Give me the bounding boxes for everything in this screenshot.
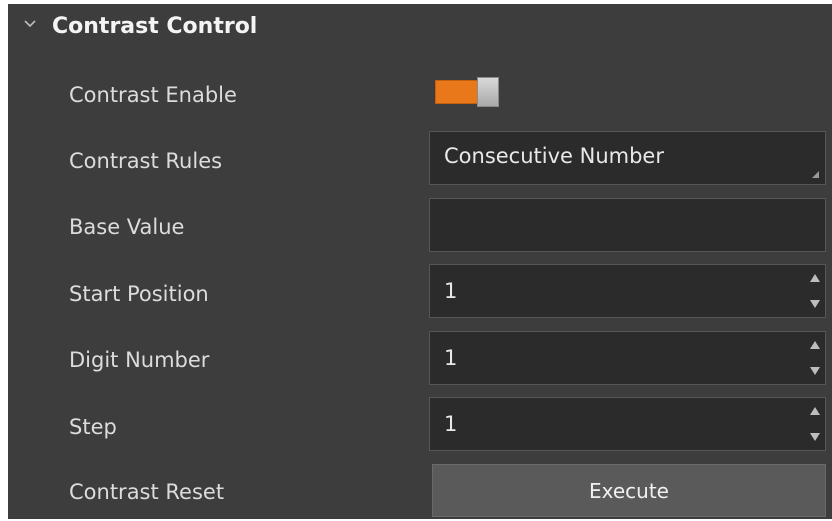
toggle-knob: [477, 77, 499, 107]
contrast-control-panel: Contrast Control Contrast Enable Contras…: [8, 4, 832, 519]
digit-number-value: 1: [444, 346, 458, 370]
spin-down-icon[interactable]: [810, 433, 820, 441]
contrast-enable-label: Contrast Enable: [69, 83, 237, 107]
step-value: 1: [444, 412, 458, 436]
spin-down-icon[interactable]: [810, 367, 820, 375]
section-title: Contrast Control: [52, 14, 258, 39]
spin-up-icon[interactable]: [810, 341, 820, 349]
start-position-label: Start Position: [69, 282, 209, 306]
contrast-reset-label: Contrast Reset: [69, 480, 225, 504]
digit-number-spinbox[interactable]: 1: [429, 331, 826, 385]
start-position-spinbox[interactable]: 1: [429, 264, 826, 318]
spin-up-icon[interactable]: [810, 274, 820, 282]
contrast-rules-value: Consecutive Number: [444, 144, 664, 168]
contrast-enable-toggle[interactable]: [435, 76, 505, 107]
base-value-input[interactable]: [429, 198, 826, 252]
toggle-track: [435, 80, 479, 104]
step-label: Step: [69, 415, 117, 439]
chevron-down-icon[interactable]: [20, 14, 40, 34]
contrast-rules-select[interactable]: Consecutive Number: [429, 131, 826, 185]
dropdown-arrow-icon: [812, 171, 819, 178]
execute-button[interactable]: Execute: [432, 464, 826, 517]
spin-down-icon[interactable]: [810, 300, 820, 308]
contrast-rules-label: Contrast Rules: [69, 149, 223, 173]
start-position-value: 1: [444, 279, 458, 303]
step-spinbox[interactable]: 1: [429, 397, 826, 451]
spin-up-icon[interactable]: [810, 407, 820, 415]
section-header[interactable]: Contrast Control: [8, 4, 832, 48]
digit-number-label: Digit Number: [69, 348, 210, 372]
base-value-label: Base Value: [69, 215, 185, 239]
